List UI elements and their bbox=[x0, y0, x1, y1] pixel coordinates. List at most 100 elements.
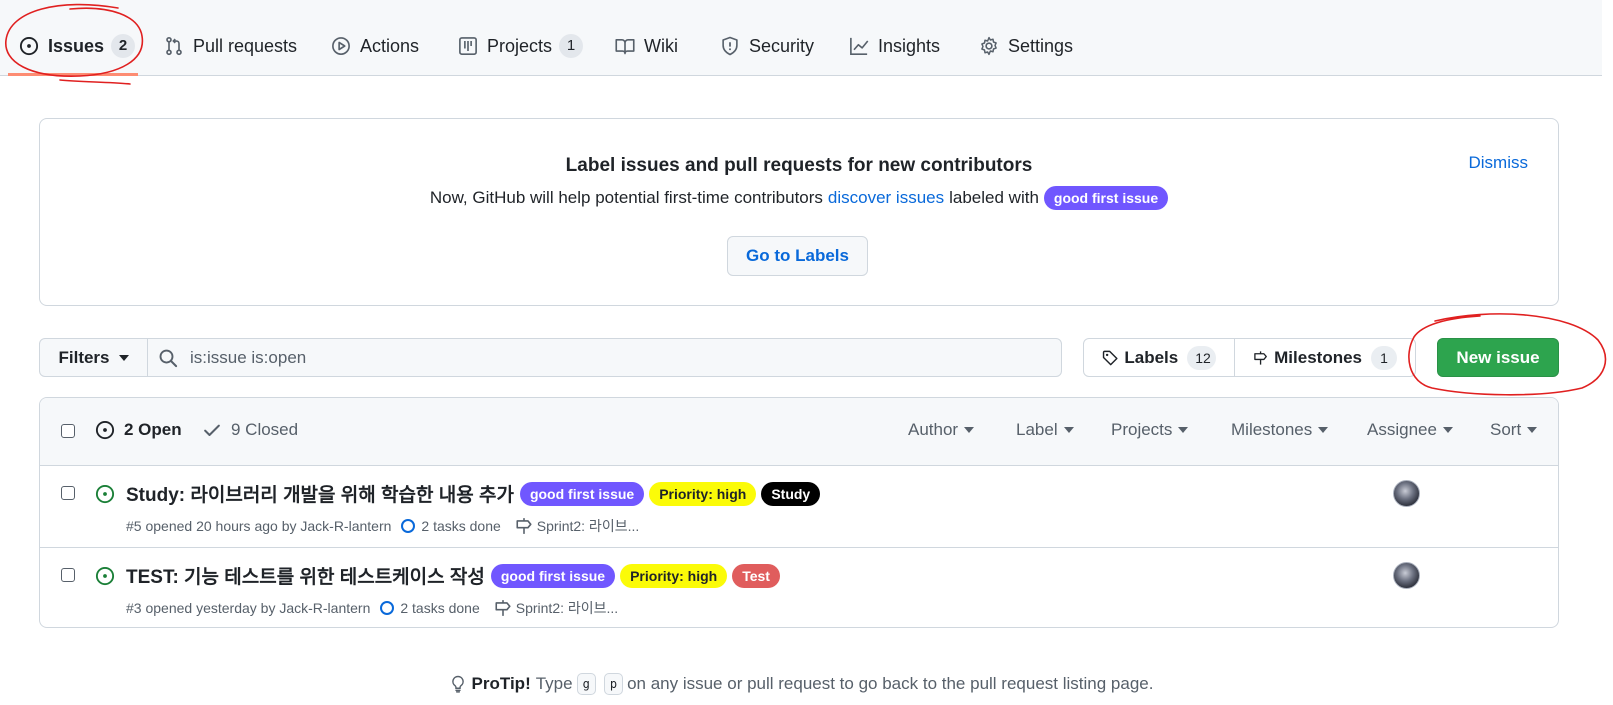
author-filter[interactable]: Author bbox=[908, 420, 975, 440]
tab-insights-label: Insights bbox=[878, 35, 941, 56]
issue-label[interactable]: good first issue bbox=[490, 563, 616, 588]
go-to-labels-button[interactable]: Go to Labels bbox=[727, 236, 868, 276]
issue-label[interactable]: Priority: high bbox=[620, 563, 728, 588]
assignee-avatar[interactable] bbox=[1393, 480, 1420, 507]
good-first-issue-label[interactable]: good first issue bbox=[1043, 186, 1169, 210]
banner-text-before: Now, GitHub will help potential first-ti… bbox=[429, 188, 823, 207]
assignee-filter[interactable]: Assignee bbox=[1367, 420, 1453, 440]
tab-pull-requests[interactable]: Pull requests bbox=[164, 30, 297, 62]
milestone-icon bbox=[516, 518, 532, 534]
book-icon bbox=[615, 38, 635, 55]
closed-issues-filter[interactable]: 9 Closed bbox=[202, 420, 298, 440]
issue-title-line: TEST: 기능 테스트를 위한 테스트케이스 작성 good first is… bbox=[126, 562, 785, 589]
issue-opened-icon bbox=[95, 420, 115, 440]
milestones-filter[interactable]: Milestones bbox=[1231, 420, 1329, 440]
open-count: 2 Open bbox=[124, 420, 182, 439]
tab-issues-count: 2 bbox=[111, 34, 136, 58]
git-pull-request-icon bbox=[166, 36, 182, 56]
protip-before: Type bbox=[535, 674, 573, 693]
issue-list: 2 Open 9 Closed Author Label Projects Mi… bbox=[39, 397, 1559, 628]
issue-title-link[interactable]: Study: 라이브러리 개발을 위해 학습한 내용 추가 bbox=[126, 480, 514, 507]
key-p: p bbox=[603, 673, 624, 695]
selected-tab-underline bbox=[8, 73, 138, 76]
milestones-button[interactable]: Milestones 1 bbox=[1234, 338, 1416, 377]
issue-checkbox[interactable] bbox=[61, 568, 75, 582]
issue-milestone-link[interactable]: Sprint2: 라이브... bbox=[494, 598, 618, 618]
progress-ring-icon bbox=[401, 519, 416, 533]
protip-after: on any issue or pull request to go back … bbox=[627, 674, 1154, 693]
gear-icon bbox=[981, 36, 997, 56]
issue-meta: #5 opened 20 hours ago by Jack-R-lantern… bbox=[126, 516, 639, 536]
task-progress: 2 tasks done bbox=[401, 518, 501, 534]
label-filter[interactable]: Label bbox=[1016, 420, 1074, 440]
tab-projects-label: Projects bbox=[487, 35, 553, 56]
filters-label: Filters bbox=[58, 347, 110, 367]
open-issues-filter[interactable]: 2 Open bbox=[95, 420, 182, 440]
tab-projects-count: 1 bbox=[559, 34, 584, 58]
tab-issues-label: Issues bbox=[48, 35, 105, 56]
issue-milestone-link[interactable]: Sprint2: 라이브... bbox=[515, 516, 639, 536]
filters-button[interactable]: Filters bbox=[39, 338, 148, 377]
labels-button-label: Labels bbox=[1124, 347, 1179, 367]
protip: ProTip! Type g p on any issue or pull re… bbox=[0, 673, 1602, 695]
table-icon bbox=[459, 37, 477, 55]
tag-icon bbox=[1102, 350, 1118, 365]
task-progress-label: 2 tasks done bbox=[400, 600, 480, 616]
labels-count: 12 bbox=[1187, 345, 1216, 370]
issue-row: Study: 라이브러리 개발을 위해 학습한 내용 추가 good first… bbox=[40, 466, 1558, 547]
closed-count: 9 Closed bbox=[231, 420, 299, 439]
assignee-filter-label: Assignee bbox=[1367, 420, 1437, 439]
assignee-avatar[interactable] bbox=[1393, 562, 1420, 589]
chevron-down-icon bbox=[1178, 427, 1189, 433]
tab-pull-requests-label: Pull requests bbox=[193, 35, 298, 56]
chevron-down-icon bbox=[118, 354, 129, 361]
labels-button[interactable]: Labels 12 bbox=[1083, 338, 1235, 377]
issue-opened-icon bbox=[19, 36, 39, 56]
sort-filter[interactable]: Sort bbox=[1490, 420, 1538, 440]
light-bulb-icon bbox=[451, 675, 464, 693]
issue-opened-by: #5 opened 20 hours ago by Jack-R-lantern bbox=[126, 518, 392, 534]
issue-checkbox[interactable] bbox=[61, 486, 75, 500]
tab-wiki-label: Wiki bbox=[644, 35, 678, 56]
contributors-banner: Label issues and pull requests for new c… bbox=[39, 118, 1559, 306]
tab-settings[interactable]: Settings bbox=[979, 30, 1073, 62]
issue-label[interactable]: good first issue bbox=[519, 481, 645, 506]
label-filter-label: Label bbox=[1016, 420, 1058, 439]
issue-label[interactable]: Test bbox=[732, 563, 780, 588]
tab-wiki[interactable]: Wiki bbox=[615, 30, 678, 62]
protip-title: ProTip! bbox=[471, 674, 531, 693]
tab-projects[interactable]: Projects 1 bbox=[458, 30, 584, 62]
issue-title-link[interactable]: TEST: 기능 테스트를 위한 테스트케이스 작성 bbox=[126, 562, 485, 589]
tab-insights[interactable]: Insights bbox=[849, 30, 940, 62]
tab-settings-label: Settings bbox=[1008, 35, 1074, 56]
milestone-label: Sprint2: 라이브... bbox=[536, 518, 640, 534]
tab-actions[interactable]: Actions bbox=[331, 30, 419, 62]
dismiss-link[interactable]: Dismiss bbox=[1469, 153, 1529, 173]
select-all-checkbox[interactable] bbox=[61, 424, 75, 438]
issue-label[interactable]: Priority: high bbox=[649, 481, 757, 506]
milestones-button-label: Milestones bbox=[1274, 347, 1362, 367]
tab-security[interactable]: Security bbox=[720, 30, 814, 62]
projects-filter-label: Projects bbox=[1111, 420, 1173, 439]
tab-issues[interactable]: Issues 2 bbox=[19, 30, 136, 62]
discover-issues-link[interactable]: discover issues bbox=[828, 188, 944, 208]
issue-search bbox=[147, 338, 1062, 377]
issue-meta: #3 opened yesterday by Jack-R-lantern 2 … bbox=[126, 598, 618, 618]
projects-filter[interactable]: Projects bbox=[1111, 420, 1189, 440]
issue-list-header: 2 Open 9 Closed Author Label Projects Mi… bbox=[40, 398, 1558, 466]
key-g: g bbox=[576, 673, 596, 695]
search-input[interactable] bbox=[190, 347, 1050, 368]
chevron-down-icon bbox=[1063, 427, 1074, 433]
new-issue-button[interactable]: New issue bbox=[1437, 338, 1559, 377]
issue-opened-icon bbox=[95, 566, 115, 586]
milestone-label: Sprint2: 라이브... bbox=[515, 600, 619, 616]
chevron-down-icon bbox=[964, 427, 975, 433]
milestones-filter-label: Milestones bbox=[1231, 420, 1313, 439]
sort-filter-label: Sort bbox=[1490, 420, 1522, 439]
milestone-icon bbox=[1254, 350, 1267, 365]
banner-text: Now, GitHub will help potential first-ti… bbox=[40, 186, 1558, 210]
issue-label[interactable]: Study bbox=[761, 481, 821, 506]
chevron-down-icon bbox=[1527, 427, 1538, 433]
tab-actions-label: Actions bbox=[360, 35, 420, 56]
task-progress-label: 2 tasks done bbox=[421, 518, 501, 534]
